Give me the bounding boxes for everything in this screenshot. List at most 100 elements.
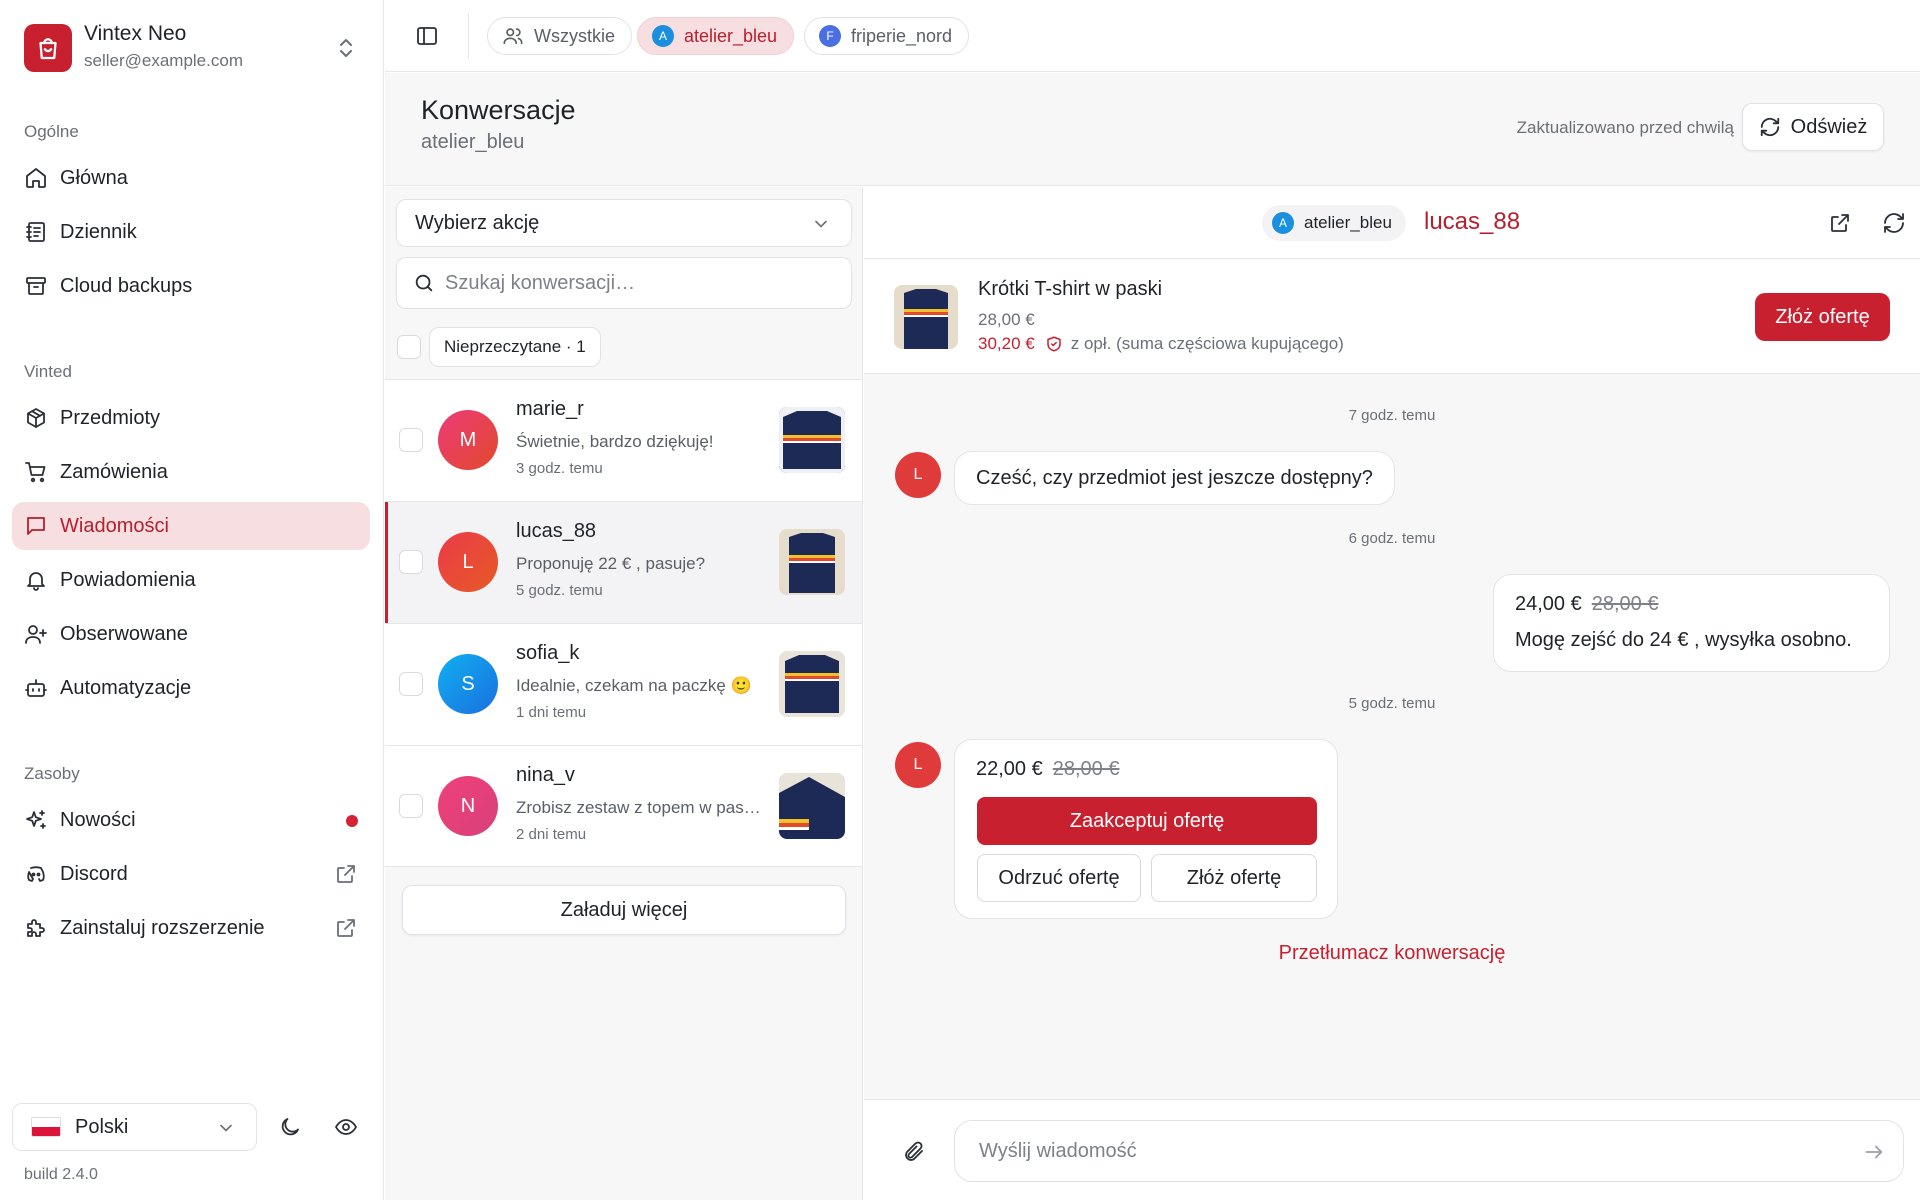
message-avatar: L — [895, 452, 941, 498]
account-avatar: A — [652, 25, 674, 47]
sidebar-item-cloud-backups[interactable]: Cloud backups — [12, 262, 370, 310]
refresh-icon — [1760, 117, 1779, 137]
search-icon — [415, 274, 433, 292]
eye-icon[interactable] — [334, 1115, 358, 1139]
offer-amount-line: 22,00 € 28,00 € — [976, 758, 1119, 781]
conversation-row[interactable]: M marie_r Świetnie, bardzo dziękuję! 3 g… — [385, 379, 862, 501]
offer-amount: 24,00 € — [1515, 593, 1582, 615]
sidebar-item-label: Cloud backups — [60, 274, 193, 297]
users-icon — [503, 28, 523, 45]
sidebar-toggle-icon[interactable] — [415, 24, 439, 48]
sidebar-item-items[interactable]: Przedmioty — [12, 394, 370, 442]
sidebar-item-notifications[interactable]: Powiadomienia — [12, 556, 370, 604]
external-link-icon — [337, 865, 355, 883]
paperclip-icon[interactable] — [902, 1140, 926, 1164]
counter-offer-button[interactable]: Złóż ofertę — [1151, 854, 1317, 902]
chat-header: A atelier_bleu lucas_88 — [864, 187, 1920, 259]
sidebar-item-label: Discord — [60, 862, 128, 885]
chip-label: atelier_bleu — [684, 25, 778, 46]
send-arrow-icon[interactable] — [1863, 1141, 1885, 1163]
brand-logo[interactable] — [24, 24, 72, 72]
moon-icon[interactable] — [278, 1115, 302, 1139]
chevrons-up-down-icon[interactable] — [334, 36, 358, 60]
load-more-button[interactable]: Załaduj więcej — [402, 885, 846, 935]
topbar: Wszystkie A atelier_bleu F friperie_nord — [385, 0, 1920, 72]
sidebar-item-discord[interactable]: Discord — [12, 850, 370, 898]
offer-old-price: 28,00 € — [1052, 758, 1120, 780]
tab-all-accounts[interactable]: Wszystkie — [487, 17, 632, 55]
item-total-note: z opł. (suma częściowa kupującego) — [1070, 334, 1344, 353]
sidebar-item-news[interactable]: Nowości — [12, 796, 370, 844]
chat-username[interactable]: lucas_88 — [1424, 208, 1520, 236]
item-thumbnail — [779, 407, 845, 473]
conversation-preview: Idealnie, czekam na paczkę 🙂 — [516, 676, 752, 695]
shopping-bag-icon — [39, 38, 57, 60]
section-label-resources: Zasoby — [24, 764, 80, 783]
sidebar-item-install-extension[interactable]: Zainstaluj rozszerzenie — [12, 904, 370, 952]
conversation-time: 5 godz. temu — [516, 582, 603, 599]
bulk-action-select[interactable]: Wybierz akcję — [396, 199, 852, 247]
conversation-name: lucas_88 — [516, 520, 597, 542]
open-external-icon[interactable] — [1828, 211, 1852, 235]
refresh-button[interactable]: Odśwież — [1742, 103, 1884, 151]
row-checkbox[interactable] — [399, 672, 423, 696]
sidebar-item-label: Główna — [60, 166, 128, 189]
conversation-row[interactable]: N nina_v Zrobisz zestaw z topem w paski?… — [385, 745, 862, 867]
conversation-row[interactable]: L lucas_88 Proponuję 22 € , pasuje? 5 go… — [385, 501, 862, 623]
home-icon — [26, 168, 46, 188]
message-composer — [864, 1099, 1920, 1200]
message-input[interactable] — [979, 1139, 1839, 1163]
select-all-checkbox[interactable] — [397, 335, 421, 359]
journal-icon — [26, 222, 45, 242]
action-select-label: Wybierz akcję — [415, 211, 540, 234]
package-icon — [27, 408, 45, 428]
language-select[interactable]: Polski — [12, 1103, 257, 1151]
conversation-preview: Świetnie, bardzo dziękuję! — [516, 432, 714, 451]
filter-unread[interactable]: Nieprzeczytane · 1 — [429, 327, 601, 367]
avatar: S — [438, 654, 498, 714]
make-offer-button[interactable]: Złóż ofertę — [1755, 293, 1890, 341]
tab-account-friperie-nord[interactable]: F friperie_nord — [804, 17, 970, 55]
account-name: atelier_bleu — [1304, 213, 1392, 232]
item-image[interactable] — [894, 285, 958, 349]
sidebar-item-label: Przedmioty — [60, 406, 161, 429]
item-thumbnail — [779, 651, 845, 717]
translate-conversation-link[interactable]: Przetłumacz konwersację — [864, 942, 1920, 965]
sidebar-item-automations[interactable]: Automatyzacje — [12, 664, 370, 712]
row-checkbox[interactable] — [399, 794, 423, 818]
avatar: M — [438, 410, 498, 470]
new-badge — [346, 815, 358, 827]
page-subtitle: atelier_bleu — [421, 131, 525, 153]
section-label-vinted: Vinted — [24, 362, 72, 381]
refresh-chat-icon[interactable] — [1882, 211, 1906, 235]
avatar: L — [438, 532, 498, 592]
bell-icon — [27, 572, 45, 591]
accept-offer-button[interactable]: Zaakceptuj ofertę — [977, 797, 1317, 845]
composer-box — [954, 1120, 1904, 1182]
chip-label: Wszystkie — [534, 25, 615, 46]
item-total: 30,20 € z opł. (suma częściowa kupująceg… — [978, 334, 1344, 354]
item-total-price: 30,20 € — [978, 334, 1035, 353]
row-checkbox[interactable] — [399, 550, 423, 574]
sidebar-item-journal[interactable]: Dziennik — [12, 208, 370, 256]
decline-offer-button[interactable]: Odrzuć ofertę — [977, 854, 1141, 902]
bot-icon — [25, 679, 47, 697]
conversation-time: 2 dni temu — [516, 826, 587, 843]
message-timestamp: 6 godz. temu — [1348, 530, 1436, 547]
sidebar-item-home[interactable]: Główna — [12, 154, 370, 202]
row-checkbox[interactable] — [399, 428, 423, 452]
tab-account-atelier-bleu[interactable]: A atelier_bleu — [637, 17, 795, 55]
brand-email: seller@example.com — [84, 51, 243, 70]
sidebar-item-followed[interactable]: Obserwowane — [12, 610, 370, 658]
sidebar-item-label: Wiadomości — [60, 514, 169, 537]
message-bubble-incoming: Cześć, czy przedmiot jest jeszcze dostęp… — [954, 451, 1395, 505]
account-avatar: A — [1272, 212, 1294, 234]
offer-card: 22,00 € 28,00 € Zaakceptuj ofertę Odrzuć … — [954, 739, 1338, 919]
sidebar-item-orders[interactable]: Zamówienia — [12, 448, 370, 496]
chevron-down-icon — [220, 1124, 232, 1132]
section-label-general: Ogólne — [24, 122, 79, 141]
search-input[interactable] — [445, 271, 825, 295]
sidebar-item-messages[interactable]: Wiadomości — [12, 502, 370, 550]
conversation-row[interactable]: S sofia_k Idealnie, czekam na paczkę 🙂 1… — [385, 623, 862, 745]
item-thumbnail — [779, 529, 845, 595]
